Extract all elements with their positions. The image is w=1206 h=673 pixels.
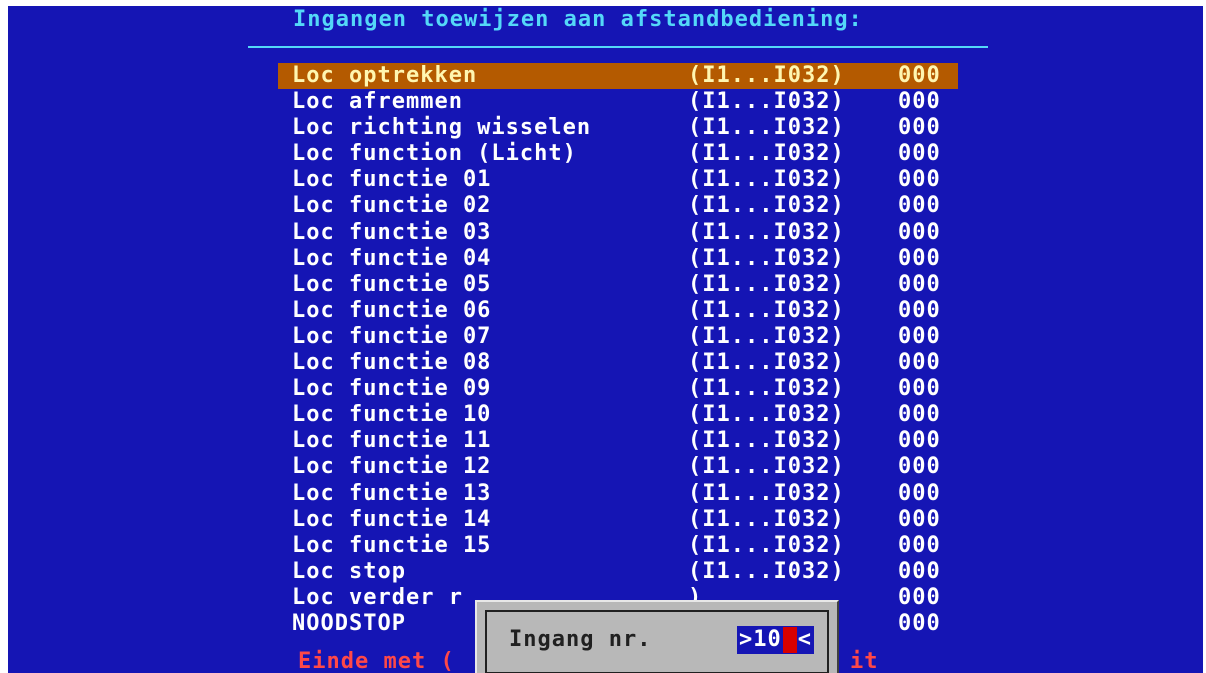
list-item-range: (I1...I032)	[688, 63, 845, 88]
list-item-range: (I1...I032)	[688, 271, 845, 297]
list-item-range: (I1...I032)	[688, 402, 845, 428]
footer-hint: Einde met ( it	[298, 649, 878, 673]
list-item-range: (I1...I032)	[688, 89, 845, 115]
list-item[interactable]: Loc functie 03 (I1...I032) 000	[278, 220, 958, 246]
list-item[interactable]: Loc functie 04 (I1...I032) 000	[278, 246, 958, 272]
list-item-label: Loc functie 01	[292, 167, 492, 193]
list-item-label: NOODSTOP	[292, 610, 406, 636]
list-item-value: 000	[898, 89, 941, 115]
list-item-range: (I1...I032)	[688, 193, 845, 219]
list-item-value: 000	[898, 480, 941, 506]
list-item-label: Loc optrekken	[292, 63, 478, 88]
list-item-label: Loc functie 07	[292, 323, 492, 349]
list-item-value: 000	[898, 350, 941, 376]
list-item-value: 000	[898, 454, 941, 480]
list-item-label: Loc richting wisselen	[292, 115, 592, 141]
list-item[interactable]: Loc functie 01 (I1...I032) 000	[278, 167, 958, 193]
list-item-value: 000	[898, 558, 941, 584]
list-item-label: Loc functie 04	[292, 245, 492, 271]
list-item-value: 000	[898, 323, 941, 349]
list-item-label: Loc functie 03	[292, 219, 492, 245]
list-item-value: 000	[898, 610, 941, 636]
list-item-label: Loc functie 09	[292, 376, 492, 402]
list-item[interactable]: Loc afremmen (I1...I032) 000	[278, 89, 958, 115]
list-item-label: Loc functie 14	[292, 506, 492, 532]
list-item-range: (I1...I032)	[688, 454, 845, 480]
list-item-label: Loc functie 13	[292, 480, 492, 506]
list-item[interactable]: Loc functie 09 (I1...I032) 000	[278, 376, 958, 402]
list-item-label: Loc stop	[292, 558, 406, 584]
list-item-label: Loc functie 15	[292, 532, 492, 558]
input-number-suffix: <	[797, 627, 812, 652]
input-assignment-list: Loc optrekken (I1...I032) 000 Loc afremmen (…	[278, 63, 958, 637]
list-item[interactable]: Loc functie 15 (I1...I032) 000	[278, 533, 958, 559]
list-item-value: 000	[898, 219, 941, 245]
list-item-range: (I1...I032)	[688, 558, 845, 584]
list-item-value: 000	[898, 584, 941, 610]
list-item-value: 000	[898, 167, 941, 193]
list-item-value: 000	[898, 245, 941, 271]
list-item-range: (I1...I032)	[688, 167, 845, 193]
list-item[interactable]: Loc functie 06 (I1...I032) 000	[278, 298, 958, 324]
list-item[interactable]: Loc function (Licht) (I1...I032) 000	[278, 141, 958, 167]
list-item-label: Loc verder r	[292, 584, 463, 610]
list-item[interactable]: Loc functie 12 (I1...I032) 000	[278, 454, 958, 480]
footer-hint-right: it	[850, 649, 879, 673]
list-item-range: (I1...I032)	[688, 141, 845, 167]
input-number-dialog: Ingang nr. >10 <	[475, 600, 839, 673]
dialog-label: Ingang nr.	[509, 627, 652, 652]
list-item[interactable]: Loc functie 02 (I1...I032) 000	[278, 193, 958, 219]
list-item[interactable]: Loc functie 05 (I1...I032) 000	[278, 272, 958, 298]
list-item[interactable]: Loc functie 14 (I1...I032) 000	[278, 507, 958, 533]
list-item[interactable]: Loc functie 11 (I1...I032) 000	[278, 428, 958, 454]
list-item-range: (I1...I032)	[688, 480, 845, 506]
list-item-range: (I1...I032)	[688, 506, 845, 532]
list-item-range: (I1...I032)	[688, 245, 845, 271]
list-item-range: (I1...I032)	[688, 297, 845, 323]
text-cursor	[782, 627, 797, 653]
list-item[interactable]: Loc functie 13 (I1...I032) 000	[278, 481, 958, 507]
list-item-label: Loc functie 05	[292, 271, 492, 297]
list-item-value: 000	[898, 115, 941, 141]
list-item-value: 000	[898, 63, 941, 88]
input-number-value: >10	[739, 627, 782, 652]
list-item-value: 000	[898, 271, 941, 297]
list-item-label: Loc afremmen	[292, 89, 463, 115]
list-item-value: 000	[898, 402, 941, 428]
page-title: Ingangen toewijzen aan afstandbediening:	[293, 7, 863, 32]
list-item[interactable]: Loc richting wisselen (I1...I032) 000	[278, 115, 958, 141]
list-item-range: (I1...I032)	[688, 428, 845, 454]
list-item-range: (I1...I032)	[688, 350, 845, 376]
list-item-label: Loc functie 11	[292, 428, 492, 454]
list-item-label: Loc functie 12	[292, 454, 492, 480]
input-number-field[interactable]: >10 <	[737, 626, 814, 654]
list-item[interactable]: Loc optrekken (I1...I032) 000	[278, 63, 958, 90]
list-item-label: Loc function (Licht)	[292, 141, 577, 167]
list-item-value: 000	[898, 376, 941, 402]
footer-hint-left: Einde met (	[298, 649, 455, 673]
list-item-range: (I1...I032)	[688, 323, 845, 349]
list-item[interactable]: Loc stop (I1...I032) 000	[278, 559, 958, 585]
list-item-value: 000	[898, 141, 941, 167]
list-item[interactable]: Loc functie 10 (I1...I032) 000	[278, 402, 958, 428]
list-item-label: Loc functie 06	[292, 297, 492, 323]
list-item-range: (I1...I032)	[688, 376, 845, 402]
list-item-label: Loc functie 02	[292, 193, 492, 219]
list-item-range: (I1...I032)	[688, 115, 845, 141]
list-item-value: 000	[898, 193, 941, 219]
list-item-label: Loc functie 08	[292, 350, 492, 376]
list-item-value: 000	[898, 297, 941, 323]
list-item[interactable]: Loc functie 07 (I1...I032) 000	[278, 324, 958, 350]
title-divider	[248, 46, 988, 48]
terminal-screen: Ingangen toewijzen aan afstandbediening:…	[8, 6, 1203, 673]
list-item-value: 000	[898, 428, 941, 454]
list-item-value: 000	[898, 506, 941, 532]
list-item-value: 000	[898, 532, 941, 558]
list-item-range: (I1...I032)	[688, 219, 845, 245]
list-item-label: Loc functie 10	[292, 402, 492, 428]
list-item-range: (I1...I032)	[688, 532, 845, 558]
list-item[interactable]: Loc functie 08 (I1...I032) 000	[278, 350, 958, 376]
dialog-frame: Ingang nr. >10 <	[485, 610, 829, 673]
